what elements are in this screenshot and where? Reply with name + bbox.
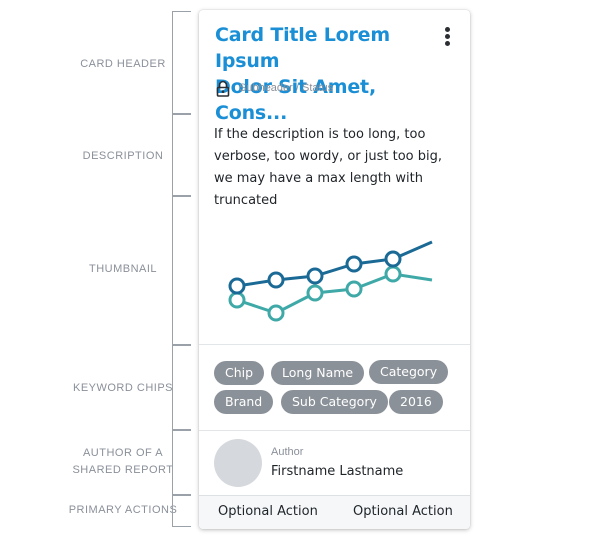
author-name[interactable]: Firstname Lastname <box>271 464 403 479</box>
bracket-card-header <box>172 11 191 114</box>
divider-chips-top <box>199 344 470 345</box>
series-teal-line <box>236 272 433 315</box>
bracket-thumbnail <box>172 196 191 345</box>
author-label: Author <box>271 446 304 458</box>
bracket-description <box>172 114 191 196</box>
thumbnail-chart <box>228 240 433 322</box>
primary-actions-bar: Optional Action Optional Action <box>199 495 470 529</box>
card-title-line1: Card Title Lorem Ipsum <box>215 24 390 72</box>
keyword-chip[interactable]: Brand <box>214 390 274 414</box>
series-dark-line <box>236 240 433 288</box>
card-description: If the description is too long, too verb… <box>214 127 442 208</box>
keyword-chip[interactable]: Category <box>369 360 449 384</box>
bracket-author <box>172 430 191 495</box>
card-subheader: Subheader / Status <box>239 82 334 94</box>
keyword-chip[interactable]: Chip <box>214 361 265 385</box>
report-card[interactable]: Card Title Lorem Ipsum Dolor Sit Amet, C… <box>199 10 470 529</box>
optional-action-button-2[interactable]: Optional Action <box>353 504 453 519</box>
more-vert-icon[interactable] <box>443 27 451 47</box>
bracket-keyword-chips <box>172 345 191 430</box>
keyword-chip[interactable]: Sub Category <box>281 390 388 414</box>
bracket-primary-actions <box>172 495 191 527</box>
author-avatar <box>214 439 262 487</box>
lock-icon <box>216 80 230 97</box>
optional-action-button-1[interactable]: Optional Action <box>218 504 318 519</box>
divider-author-top <box>199 430 470 431</box>
keyword-chip[interactable]: 2016 <box>389 390 443 414</box>
keyword-chip[interactable]: Long Name <box>271 361 365 385</box>
card-title[interactable]: Card Title Lorem Ipsum Dolor Sit Amet, C… <box>215 22 443 126</box>
